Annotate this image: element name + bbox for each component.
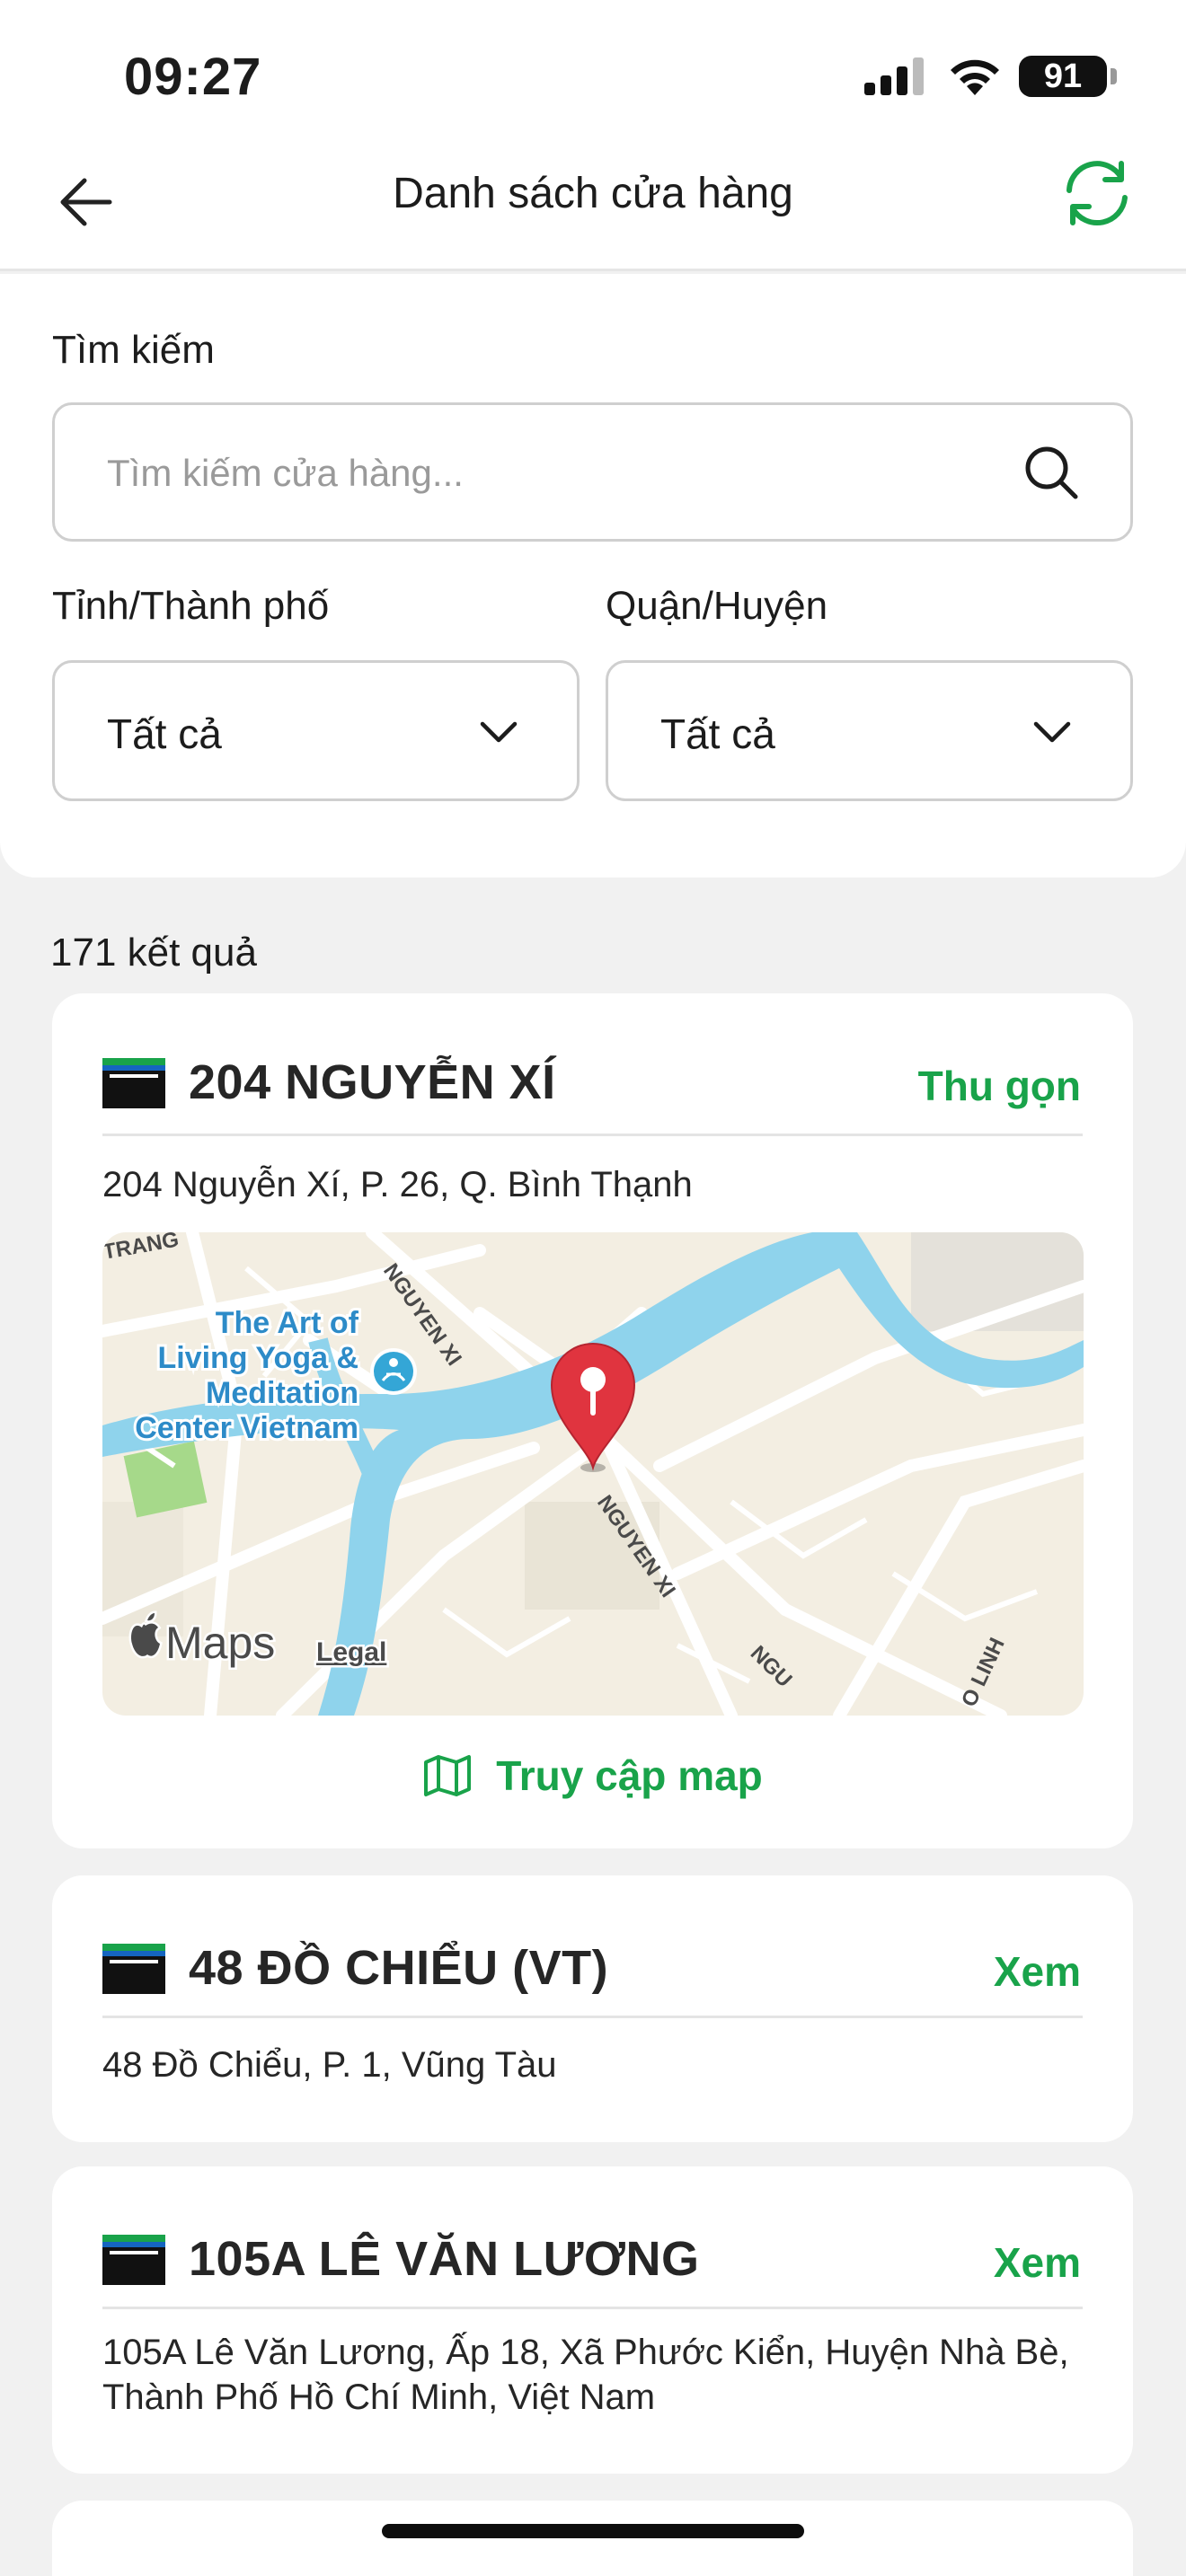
card-divider (102, 1134, 1083, 1136)
filter-panel: Tìm kiếm Tìm kiếm cửa hàng... Tỉnh/Thành… (0, 274, 1186, 878)
map-poi-label: The Art of (216, 1306, 359, 1340)
nav-bar: Danh sách cửa hàng (0, 144, 1186, 271)
store-name: 48 ĐỒ CHIỂU (VT) (189, 1941, 609, 1995)
chevron-down-icon (1033, 721, 1071, 743)
map-icon (424, 1754, 472, 1796)
store-card[interactable] (52, 2501, 1133, 2576)
search-placeholder: Tìm kiếm cửa hàng... (107, 452, 464, 494)
province-value: Tất cả (107, 710, 222, 757)
status-time: 09:27 (124, 48, 262, 106)
map-canvas[interactable]: TRANG NGUYEN XI NGUYEN XI NGU O LINH The… (102, 1232, 1084, 1716)
wifi-icon (951, 59, 999, 95)
store-card[interactable]: 105A LÊ VĂN LƯƠNG Xem 105A Lê Văn Lương,… (52, 2166, 1133, 2474)
store-map[interactable]: TRANG NGUYEN XI NGUYEN XI NGU O LINH The… (102, 1232, 1084, 1716)
status-bar: 09:27 91 (0, 0, 1186, 144)
search-icon[interactable] (1022, 443, 1081, 502)
open-map-link[interactable]: Truy cập map (52, 1748, 1133, 1800)
map-poi-label: Living Yoga & (157, 1341, 358, 1375)
view-button[interactable]: Xem (994, 1947, 1081, 1996)
collapse-button[interactable]: Thu gọn (918, 1062, 1081, 1110)
map-poi-label: Meditation (206, 1376, 358, 1410)
store-icon (102, 2235, 165, 2285)
store-address: 48 Đồ Chiểu, P. 1, Vũng Tàu (102, 2045, 557, 2085)
search-label: Tìm kiếm (52, 328, 215, 372)
store-icon (102, 1944, 165, 1994)
store-card[interactable]: 48 ĐỒ CHIỂU (VT) Xem 48 Đồ Chiểu, P. 1, … (52, 1875, 1133, 2142)
store-icon (102, 1058, 165, 1108)
battery-icon: 91 (1019, 56, 1107, 97)
district-label: Quận/Huyện (606, 584, 828, 628)
yoga-poi-icon (370, 1348, 417, 1395)
result-count: 171 kết quả (50, 931, 257, 975)
card-divider (102, 2016, 1083, 2018)
store-address: 204 Nguyễn Xí, P. 26, Q. Bình Thạnh (102, 1165, 693, 1204)
store-address: 105A Lê Văn Lương, Ấp 18, Xã Phước Kiển,… (102, 2333, 1069, 2417)
province-select[interactable]: Tất cả (52, 660, 580, 801)
store-name: 204 NGUYỄN XÍ (189, 1055, 556, 1109)
map-legal-link[interactable]: Legal (314, 1636, 389, 1670)
search-input[interactable]: Tìm kiếm cửa hàng... (52, 402, 1133, 542)
map-poi-label: Center Vietnam (135, 1411, 358, 1445)
view-button[interactable]: Xem (994, 2238, 1081, 2287)
store-card: 204 NGUYỄN XÍ Thu gọn 204 Nguyễn Xí, P. … (52, 993, 1133, 1848)
district-select[interactable]: Tất cả (606, 660, 1133, 801)
page-title: Danh sách cửa hàng (393, 170, 793, 217)
map-attribution: Maps (165, 1618, 275, 1668)
province-label: Tỉnh/Thành phố (52, 584, 330, 628)
card-divider (102, 2307, 1083, 2309)
refresh-icon[interactable] (1057, 153, 1137, 234)
district-value: Tất cả (660, 710, 775, 757)
store-name: 105A LÊ VĂN LƯƠNG (189, 2232, 700, 2286)
cellular-signal-icon (864, 57, 924, 95)
battery-tip (1111, 68, 1117, 84)
home-indicator[interactable] (382, 2524, 804, 2538)
open-map-label: Truy cập map (496, 1751, 763, 1799)
chevron-down-icon (480, 721, 518, 743)
